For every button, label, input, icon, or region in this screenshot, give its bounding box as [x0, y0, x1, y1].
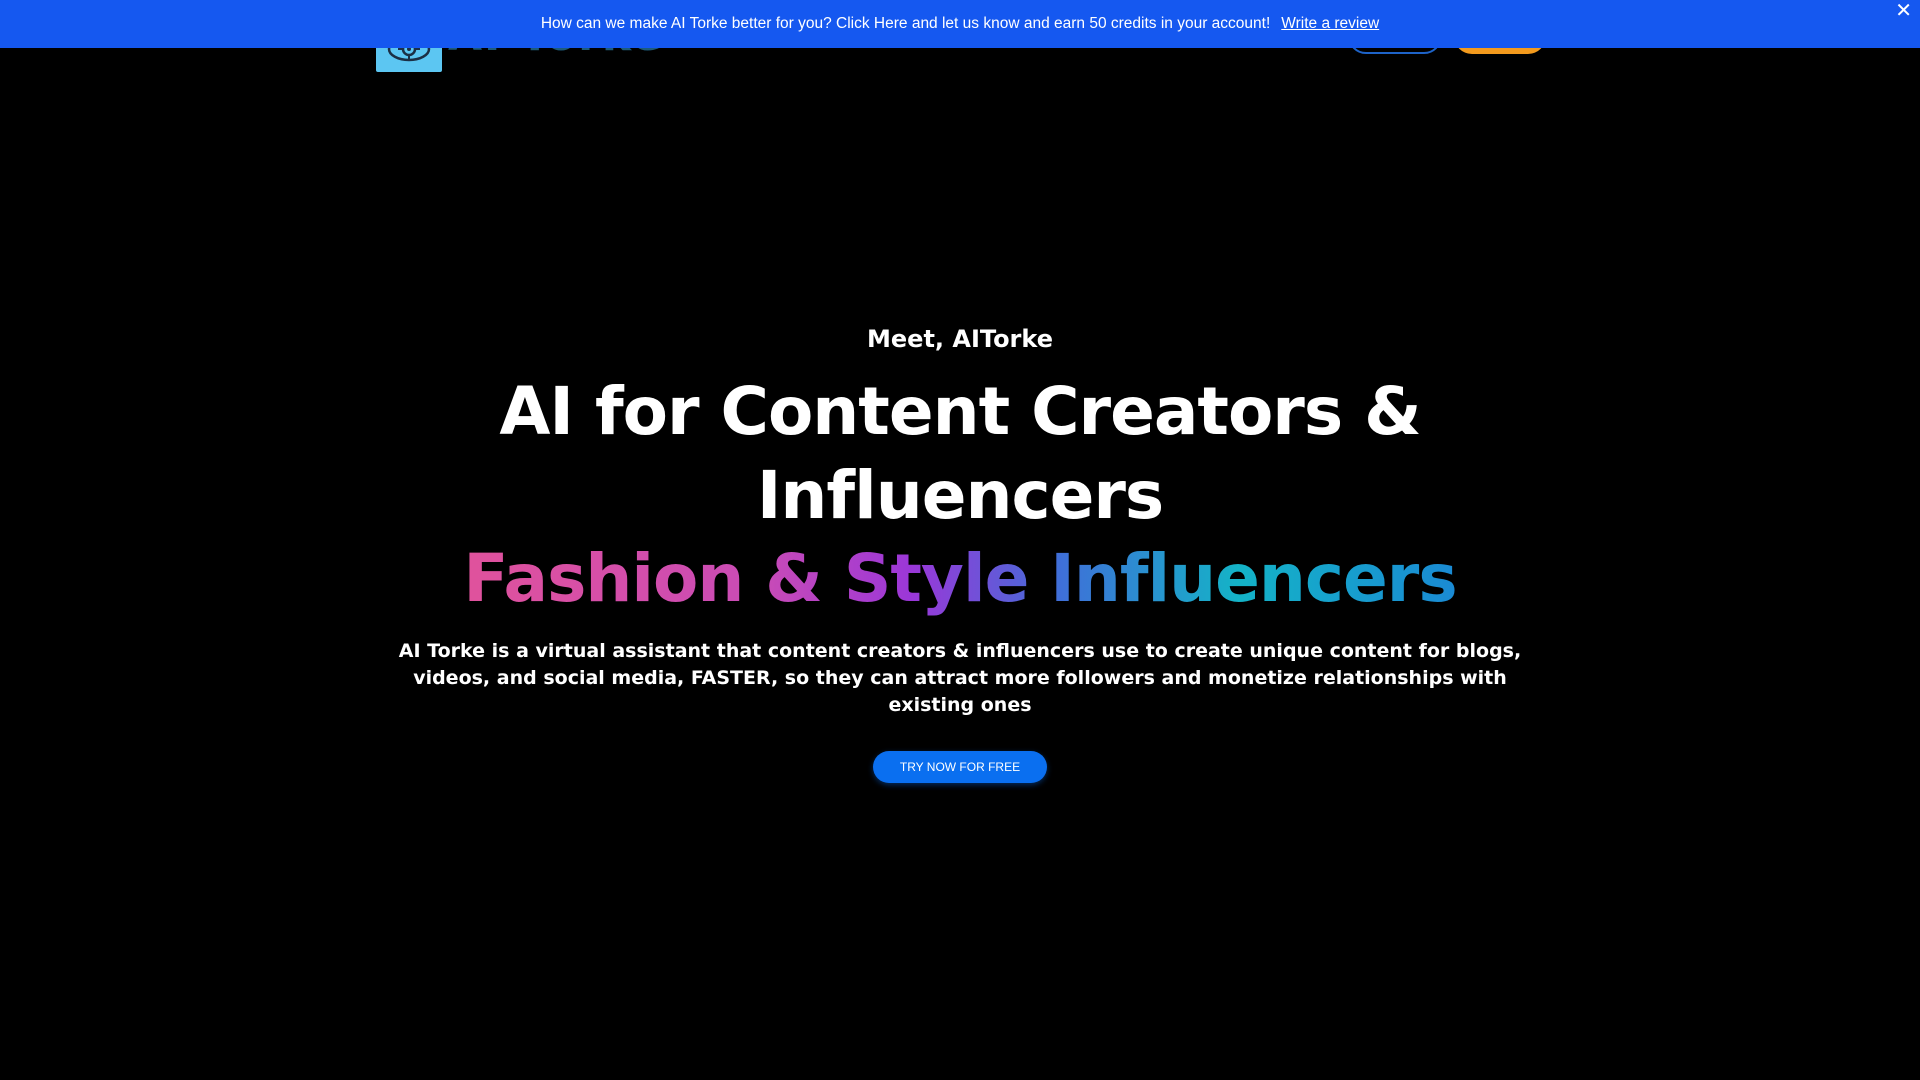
page: AI Torke How can we make AI Torke better… [0, 0, 1920, 1080]
try-now-button[interactable]: TRY NOW FOR FREE [873, 751, 1047, 783]
hero-eyebrow: Meet, AITorke [867, 325, 1053, 353]
hero-description: AI Torke is a virtual assistant that con… [398, 640, 1522, 716]
announcement-banner: How can we make AI Torke better for you?… [0, 0, 1920, 48]
hero-rotating-text: Fashion & Style Influencers [463, 538, 1457, 620]
banner-message: How can we make AI Torke better for you?… [540, 15, 1271, 32]
hero-section: Meet, AITorke AI for Content Creators & … [0, 318, 1920, 783]
hero-title: AI for Content Creators & Influencers [499, 373, 1421, 534]
close-icon[interactable]: ✕ [1895, 0, 1912, 22]
write-review-link[interactable]: Write a review [1281, 15, 1379, 33]
